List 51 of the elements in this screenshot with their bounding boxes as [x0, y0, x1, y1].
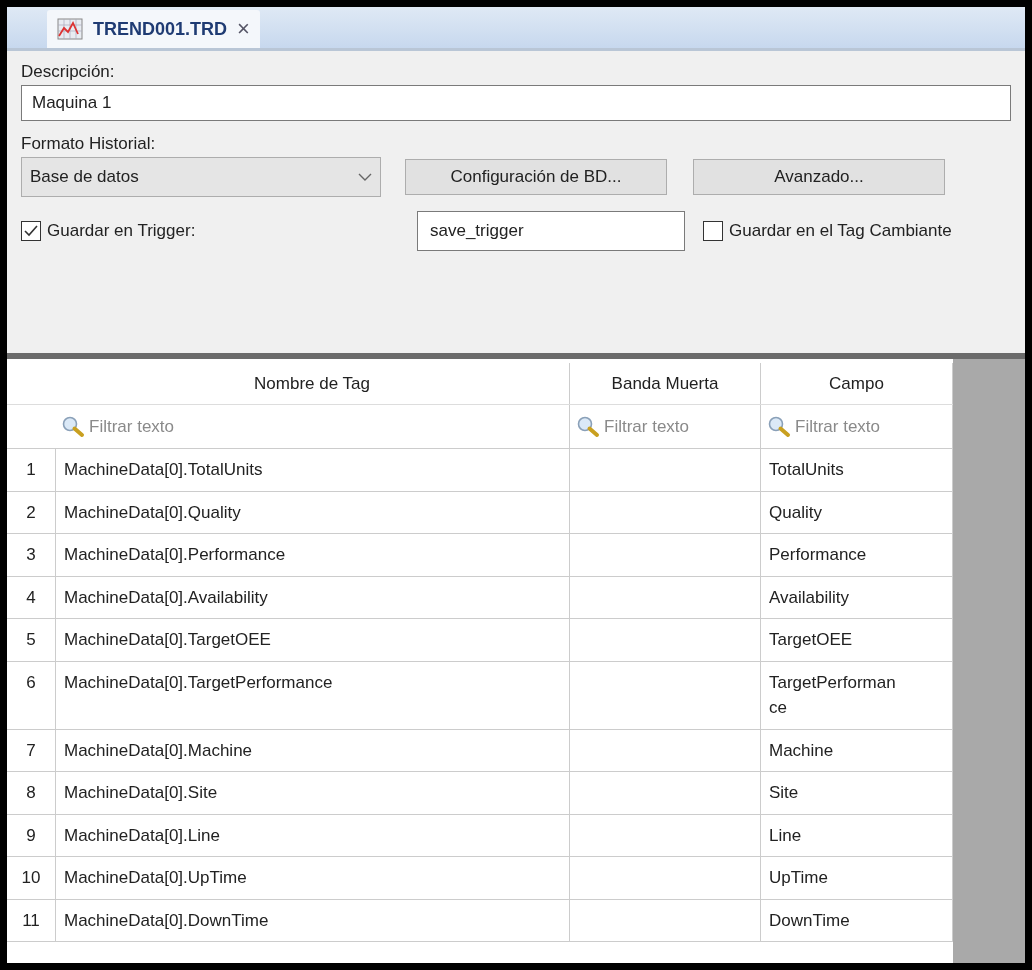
document-tab[interactable]: TREND001.TRD ×	[47, 10, 260, 48]
row-number: 8	[25, 782, 37, 804]
on-change-label: Guardar en el Tag Cambiante	[729, 220, 952, 243]
tag-name-cell: MachineData[0].DownTime	[55, 899, 570, 941]
close-icon[interactable]: ×	[237, 18, 250, 40]
tab-title: TREND001.TRD	[93, 17, 228, 41]
tag-name-cell: MachineData[0].Site	[55, 772, 570, 814]
row-number: 5	[25, 629, 37, 651]
row-number: 2	[25, 501, 37, 524]
tag-name-cell: MachineData[0].Quality	[55, 491, 570, 533]
row-number: 10	[20, 867, 42, 889]
tag-name-cell: MachineData[0].Line	[55, 814, 570, 856]
field-cell: Quality	[761, 491, 953, 533]
filter-field[interactable]: Filtrar texto	[570, 405, 761, 448]
field-cell: UpTime	[761, 857, 953, 899]
tag-name-cell: MachineData[0].TotalUnits	[55, 449, 570, 491]
column-header[interactable]: Banda Muerta	[570, 363, 761, 404]
row-number: 11	[21, 909, 41, 932]
field-cell: Performance	[761, 534, 953, 576]
row-number: 1	[25, 459, 37, 481]
field-cell: TargetPerformance	[761, 661, 953, 729]
field-cell: DownTime	[761, 899, 953, 941]
row-number: 7	[25, 739, 37, 762]
advanced-button[interactable]: Avanzado...	[693, 159, 945, 195]
description-field[interactable]: Maquina 1	[21, 85, 1011, 121]
row-number: 4	[25, 586, 37, 609]
tag-name-cell: MachineData[0].TargetOEE	[55, 619, 570, 661]
tag-name-cell: MachineData[0].Availability	[55, 576, 570, 618]
description-label: Descripción:	[21, 61, 116, 83]
filter-field[interactable]: Filtrar texto	[55, 405, 570, 448]
field-cell: Availability	[761, 576, 953, 618]
row-number: 9	[25, 824, 37, 847]
filter-field[interactable]: Filtrar texto	[761, 405, 953, 448]
format-dropdown[interactable]: Base de datos	[21, 157, 381, 197]
field-cell: Site	[761, 772, 953, 814]
field-cell: TargetOEE	[761, 619, 953, 661]
field-cell: Line	[761, 814, 953, 856]
column-header[interactable]: Campo	[761, 363, 953, 404]
tag-name-cell: MachineData[0].Performance	[55, 534, 570, 576]
trigger-field[interactable]: save_trigger	[417, 211, 685, 251]
db-config-button[interactable]: Configuración de BD...	[405, 159, 667, 195]
row-number: 3	[25, 544, 37, 566]
tag-name-cell: MachineData[0].Machine	[55, 729, 570, 771]
tag-name-cell: MachineData[0].UpTime	[55, 857, 570, 899]
format-label: Formato Historial:	[21, 133, 157, 155]
trigger-label: Guardar en Trigger:	[47, 220, 196, 243]
field-cell: Machine	[761, 729, 953, 771]
field-cell: TotalUnits	[761, 449, 953, 491]
row-number: 6	[25, 671, 37, 694]
tag-name-cell: MachineData[0].TargetPerformance	[55, 661, 570, 729]
column-header[interactable]: Nombre de Tag	[55, 363, 570, 404]
